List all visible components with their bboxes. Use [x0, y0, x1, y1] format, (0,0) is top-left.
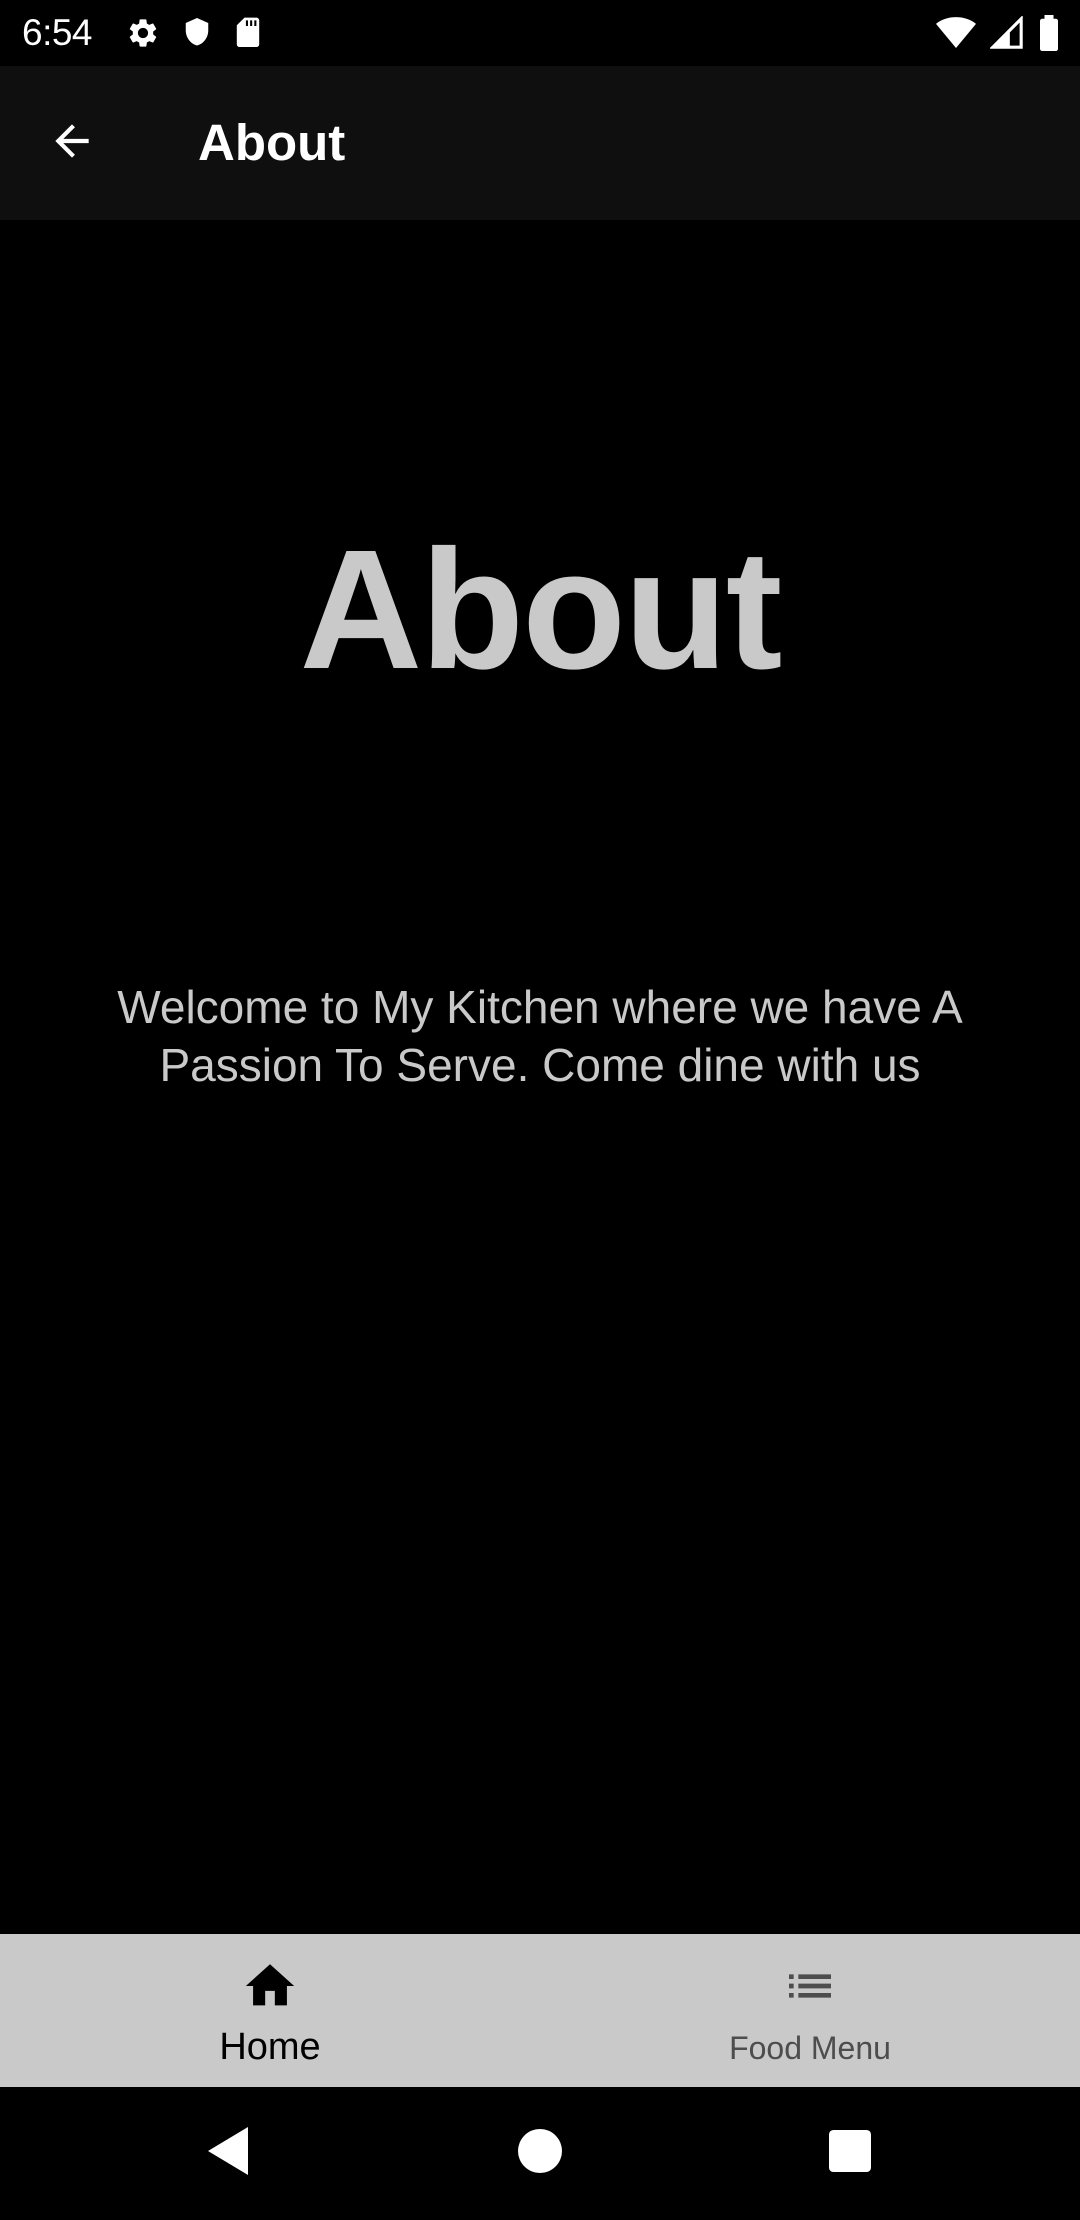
system-back-button[interactable]: [196, 2121, 260, 2185]
arrow-left-icon: [47, 116, 97, 171]
home-icon: [240, 1956, 300, 2016]
status-time: 6:54: [22, 12, 93, 53]
system-navigation-bar: [0, 2087, 1080, 2220]
nav-item-food-menu[interactable]: Food Menu: [540, 1934, 1080, 2087]
app-bar-title: About: [198, 114, 346, 171]
system-recents-button[interactable]: [818, 2121, 882, 2185]
screen: 6:54 About About Welcome to My Kitchen w…: [0, 0, 1080, 2220]
list-icon: [780, 1956, 840, 2016]
wifi-icon: [936, 16, 976, 50]
nav-label-food-menu: Food Menu: [729, 2030, 891, 2066]
shield-icon: [182, 16, 212, 50]
sd-card-icon: [234, 16, 262, 50]
cell-signal-icon: [990, 16, 1024, 50]
back-button[interactable]: [36, 107, 108, 179]
main-content: About Welcome to My Kitchen where we hav…: [0, 220, 1080, 1934]
system-home-button[interactable]: [508, 2121, 572, 2185]
battery-icon: [1038, 15, 1060, 51]
nav-label-home: Home: [219, 2026, 321, 2068]
recents-square-icon: [829, 2129, 871, 2177]
nav-item-home[interactable]: Home: [0, 1934, 540, 2087]
welcome-text: Welcome to My Kitchen where we have A Pa…: [117, 981, 963, 1091]
back-triangle-icon: [204, 2125, 252, 2182]
home-circle-icon: [518, 2128, 562, 2178]
gear-icon: [126, 16, 160, 50]
page-heading: About: [299, 515, 783, 705]
bottom-navigation: Home Food Menu: [0, 1934, 1080, 2087]
status-bar: 6:54: [0, 0, 1080, 66]
status-icons-right: [936, 14, 1060, 52]
app-bar: About: [0, 66, 1080, 220]
status-icons-left: [126, 14, 262, 52]
